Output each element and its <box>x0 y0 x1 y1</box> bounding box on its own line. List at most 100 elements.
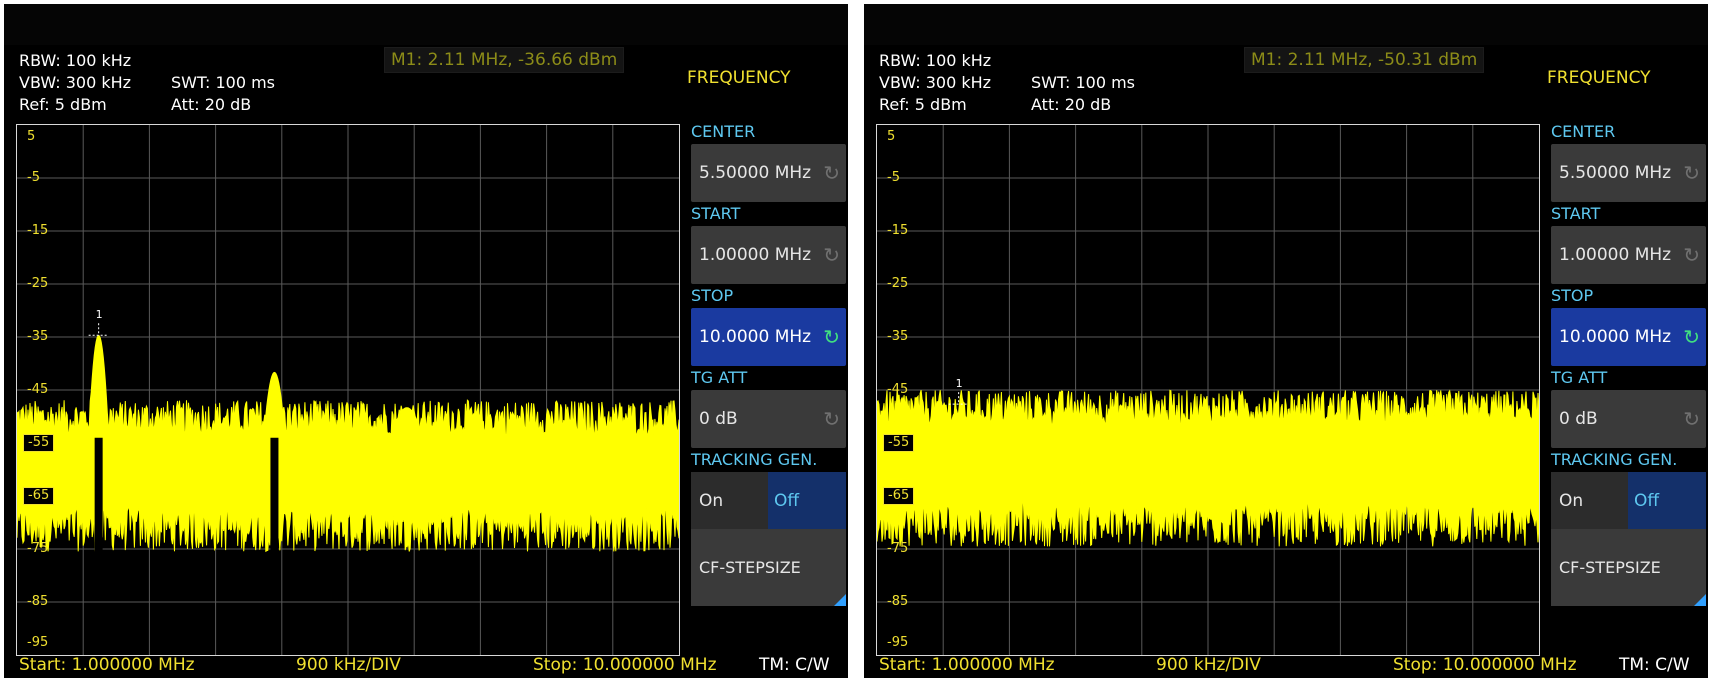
tg-att-value: 0 dB <box>699 409 738 429</box>
cf-stepsize-label: CF-STEPSIZE <box>1559 558 1661 577</box>
rotary-knob-icon: ↻ <box>823 407 840 431</box>
y-label: -35 <box>887 329 909 344</box>
marker-readout: M1: 2.11 MHz, -36.66 dBm <box>384 47 625 73</box>
y-label: -5 <box>887 170 900 185</box>
marker-label: 1 <box>955 377 963 391</box>
y-label: -95 <box>27 635 49 650</box>
tracking-off-option[interactable]: Off <box>768 472 846 530</box>
y-label: -35 <box>27 329 49 344</box>
y-label: -45 <box>27 382 49 397</box>
stop-frequency: Stop: 10.000000 MHz <box>533 655 717 675</box>
spectrum-trace <box>877 125 1539 655</box>
tracking-gen-toggle[interactable]: On Off <box>691 472 846 530</box>
y-label: -85 <box>887 594 909 609</box>
tracking-off-option[interactable]: Off <box>1628 472 1706 530</box>
tg-att-value: 0 dB <box>1559 409 1598 429</box>
start-frequency: Start: 1.000000 MHz <box>879 655 1055 675</box>
rotary-knob-icon: ↻ <box>823 325 840 349</box>
tracking-gen-toggle[interactable]: On Off <box>1551 472 1706 530</box>
rbw-readout: RBW: 100 kHz <box>879 51 992 70</box>
analyzer-screen-right: RBW: 100 kHz VBW: 300 kHz Ref: 5 dBm SWT… <box>864 4 1708 678</box>
tg-att-label: TG ATT <box>691 368 748 387</box>
start-softkey[interactable]: 1.00000 MHz ↻ <box>691 226 846 284</box>
att-readout: Att: 20 dB <box>171 95 252 114</box>
spectrum-plot[interactable]: 5 -5 -15 -25 -35 -45 -55 -65 -75 -85 -95… <box>876 124 1540 656</box>
top-bar <box>864 4 1708 45</box>
ref-readout: Ref: 5 dBm <box>19 95 107 114</box>
cf-stepsize-softkey[interactable]: CF-STEPSIZE <box>691 529 846 606</box>
y-label: -25 <box>887 276 909 291</box>
span-per-div: 900 kHz/DIV <box>1156 655 1261 675</box>
start-value: 1.00000 MHz <box>1559 245 1672 265</box>
tg-att-label: TG ATT <box>1551 368 1608 387</box>
marker-readout: M1: 2.11 MHz, -50.31 dBm <box>1244 47 1485 73</box>
rotary-knob-icon: ↻ <box>823 243 840 267</box>
start-value: 1.00000 MHz <box>699 245 812 265</box>
y-label: -95 <box>887 635 909 650</box>
center-value: 5.50000 MHz <box>1559 163 1672 183</box>
analyzer-screen-left: RBW: 100 kHz VBW: 300 kHz Ref: 5 dBm SWT… <box>4 4 848 678</box>
center-label: CENTER <box>691 122 756 141</box>
menu-title: FREQUENCY <box>1547 68 1651 88</box>
trace-mode: TM: C/W <box>1619 655 1690 675</box>
y-label: -65 <box>23 487 55 505</box>
rotary-knob-icon: ↻ <box>1683 325 1700 349</box>
y-label: -45 <box>887 382 909 397</box>
swt-readout: SWT: 100 ms <box>1031 73 1136 92</box>
y-label: -75 <box>27 541 49 556</box>
start-label: START <box>1551 204 1601 223</box>
y-label: -85 <box>27 594 49 609</box>
rotary-knob-icon: ↻ <box>1683 161 1700 185</box>
y-label: -15 <box>887 223 909 238</box>
y-label: -55 <box>23 434 55 452</box>
y-label: -15 <box>27 223 49 238</box>
y-label: -25 <box>27 276 49 291</box>
spectrum-trace <box>17 125 679 655</box>
rotary-knob-icon: ↻ <box>1683 243 1700 267</box>
vbw-readout: VBW: 300 kHz <box>879 73 992 92</box>
center-softkey[interactable]: 5.50000 MHz ↻ <box>691 144 846 202</box>
tracking-on-option[interactable]: On <box>1551 472 1628 530</box>
ref-readout: Ref: 5 dBm <box>879 95 967 114</box>
center-value: 5.50000 MHz <box>699 163 812 183</box>
start-label: START <box>691 204 741 223</box>
cf-stepsize-label: CF-STEPSIZE <box>699 558 801 577</box>
att-readout: Att: 20 dB <box>1031 95 1112 114</box>
cf-stepsize-softkey[interactable]: CF-STEPSIZE <box>1551 529 1706 606</box>
start-frequency: Start: 1.000000 MHz <box>19 655 195 675</box>
y-label: -5 <box>27 170 40 185</box>
stop-softkey[interactable]: 10.0000 MHz ↻ <box>1551 308 1706 366</box>
stop-softkey[interactable]: 10.0000 MHz ↻ <box>691 308 846 366</box>
top-bar <box>4 4 848 45</box>
stop-label: STOP <box>1551 286 1594 305</box>
y-label: 5 <box>27 129 36 144</box>
stop-value: 10.0000 MHz <box>1559 327 1672 347</box>
center-label: CENTER <box>1551 122 1616 141</box>
peak-notch <box>270 437 279 569</box>
rotary-knob-icon: ↻ <box>1683 407 1700 431</box>
tg-att-softkey[interactable]: 0 dB ↻ <box>1551 390 1706 448</box>
marker-label: 1 <box>95 308 103 322</box>
stop-frequency: Stop: 10.000000 MHz <box>1393 655 1577 675</box>
menu-title: FREQUENCY <box>687 68 791 88</box>
rbw-readout: RBW: 100 kHz <box>19 51 132 70</box>
submenu-corner-icon <box>1694 594 1706 606</box>
swt-readout: SWT: 100 ms <box>171 73 276 92</box>
center-softkey[interactable]: 5.50000 MHz ↻ <box>1551 144 1706 202</box>
tracking-on-option[interactable]: On <box>691 472 768 530</box>
submenu-corner-icon <box>834 594 846 606</box>
stop-value: 10.0000 MHz <box>699 327 812 347</box>
tg-att-softkey[interactable]: 0 dB ↻ <box>691 390 846 448</box>
spectrum-plot[interactable]: 5 -5 -15 -25 -35 -45 -55 -65 -75 -85 -95… <box>16 124 680 656</box>
y-label: -75 <box>887 541 909 556</box>
rotary-knob-icon: ↻ <box>823 161 840 185</box>
vbw-readout: VBW: 300 kHz <box>19 73 132 92</box>
y-label: 5 <box>887 129 896 144</box>
peak-notch <box>94 437 103 569</box>
span-per-div: 900 kHz/DIV <box>296 655 401 675</box>
tracking-gen-label: TRACKING GEN. <box>691 450 818 469</box>
trace-mode: TM: C/W <box>759 655 830 675</box>
start-softkey[interactable]: 1.00000 MHz ↻ <box>1551 226 1706 284</box>
y-label: -65 <box>883 487 915 505</box>
tracking-gen-label: TRACKING GEN. <box>1551 450 1678 469</box>
